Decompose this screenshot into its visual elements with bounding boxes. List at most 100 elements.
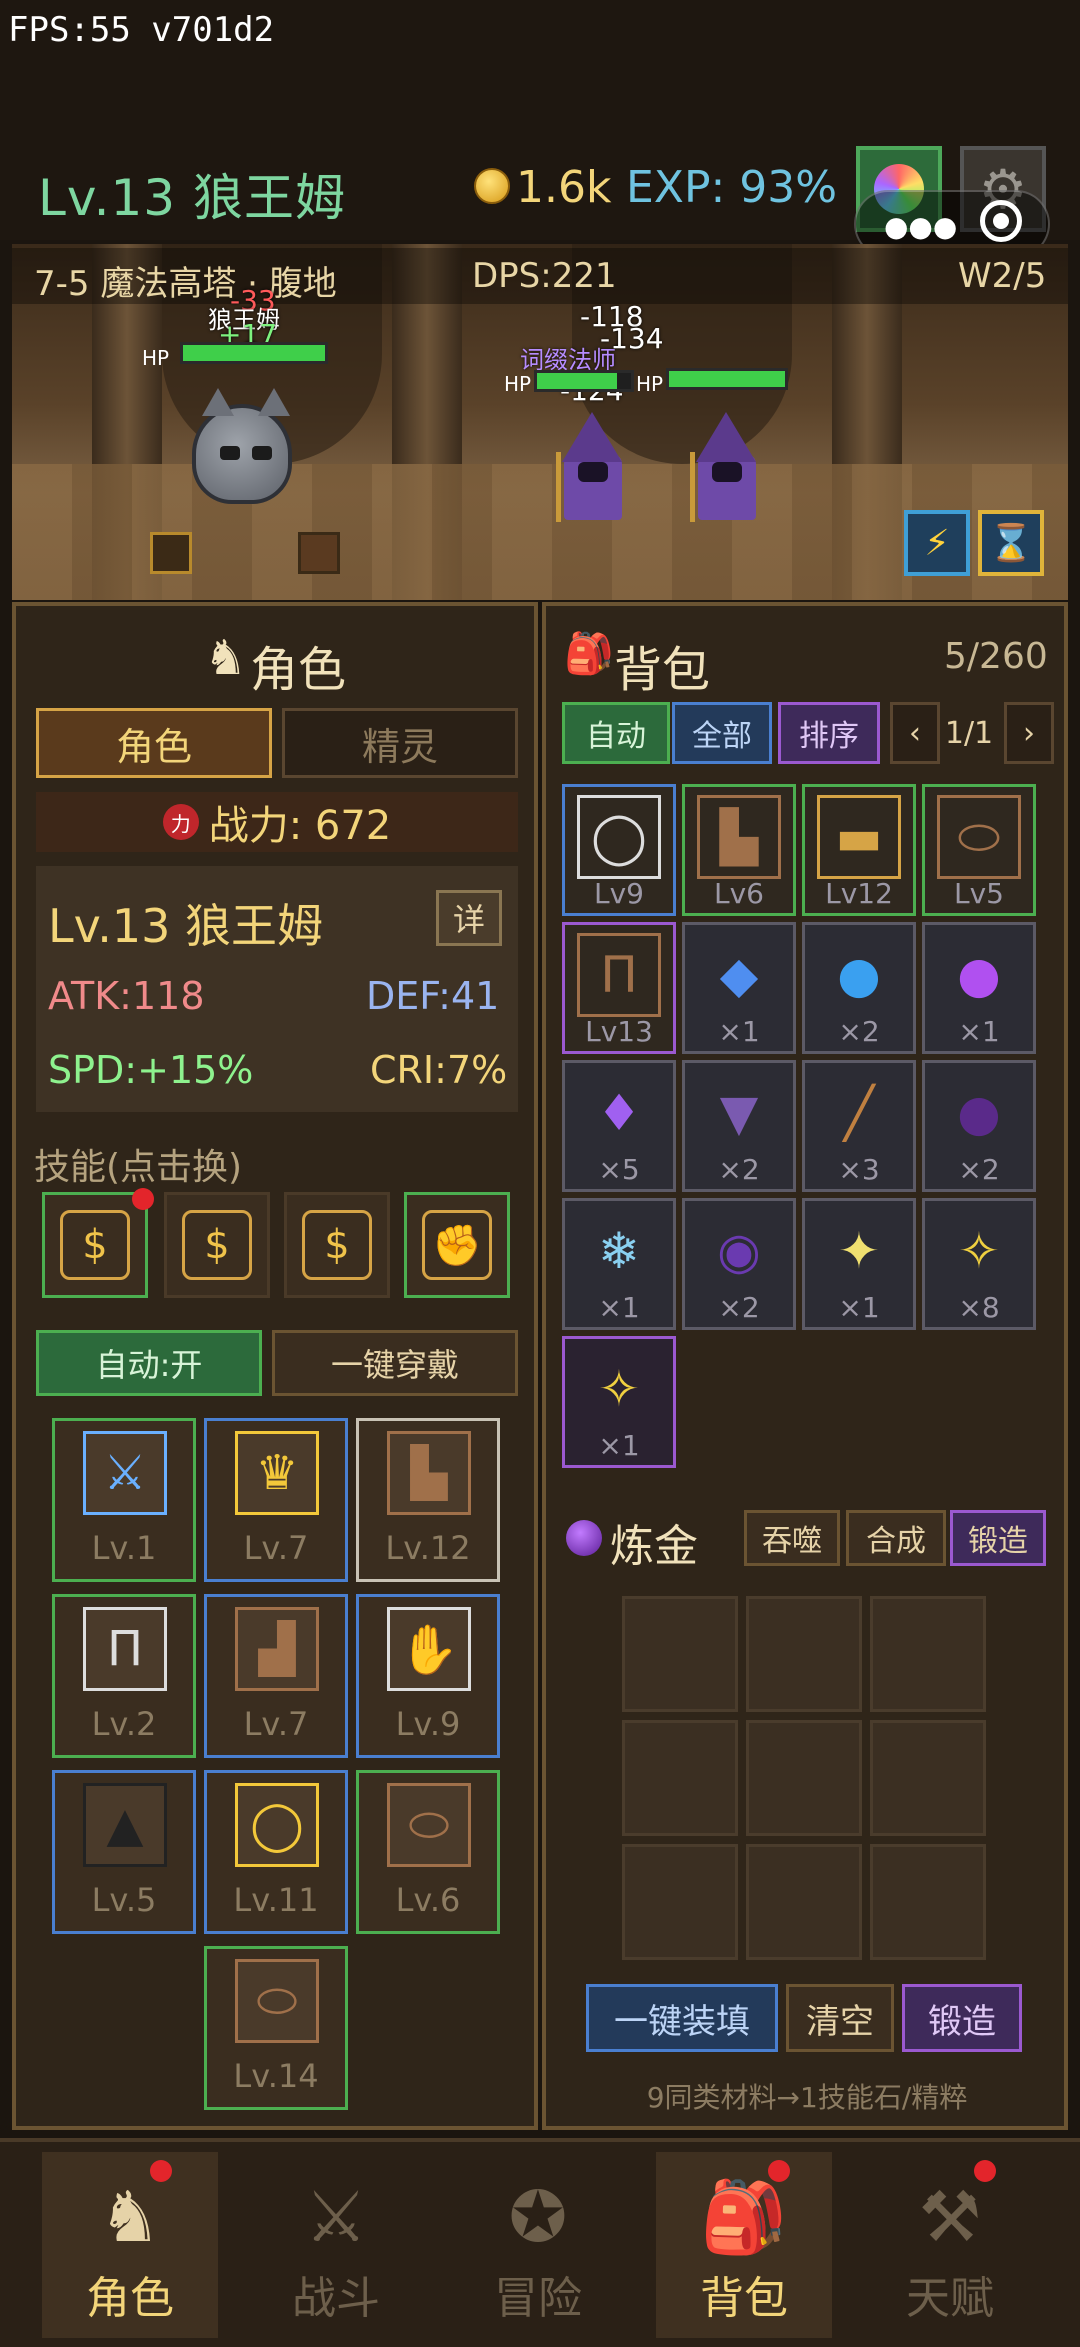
equipment-slot[interactable]: ⬭ Lv.14 — [204, 1946, 348, 2110]
chevron-right-icon: › — [1023, 715, 1035, 751]
stage-name: 7-5 魔法高塔 · 腹地 — [34, 264, 337, 304]
equipment-slot[interactable]: ▲ Lv.5 — [52, 1770, 196, 1934]
equipment-level: Lv.7 — [243, 1705, 309, 1743]
detail-button[interactable]: 详 — [436, 890, 502, 946]
alchemy-slot[interactable] — [870, 1720, 986, 1836]
bag-item[interactable]: Π Lv13 — [562, 922, 676, 1054]
equipment-slot[interactable]: ▙ Lv.12 — [356, 1418, 500, 1582]
speed-boost-button[interactable]: ⚡ — [904, 510, 970, 576]
bag-item[interactable]: ◉ ×2 — [682, 1198, 796, 1330]
nav-label: 角色 — [86, 2273, 174, 2324]
equipment-slot[interactable]: ⬭ Lv.6 — [356, 1770, 500, 1934]
bag-item[interactable]: ✦ ×1 — [802, 1198, 916, 1330]
lightning-icon: ⚡ — [924, 522, 950, 564]
next-page-button[interactable]: › — [1004, 702, 1054, 764]
bag-item[interactable]: ▼ ×2 — [682, 1060, 796, 1192]
devour-button[interactable]: 吞噬 — [744, 1510, 840, 1566]
hp-label: HP — [142, 346, 170, 370]
money-bag-icon: $ — [60, 1210, 130, 1280]
equipment-level: Lv.5 — [91, 1881, 157, 1919]
close-target-icon[interactable] — [980, 200, 1022, 242]
forge-mode-button[interactable]: 锻造 — [950, 1510, 1046, 1566]
money-bag-icon: $ — [302, 1210, 372, 1280]
bag-auto-button[interactable]: 自动 — [562, 702, 670, 764]
clear-button[interactable]: 清空 — [786, 1984, 894, 2052]
alchemy-slot[interactable] — [870, 1596, 986, 1712]
alchemy-hint: 9同类材料→1技能石/精粹 — [646, 2081, 968, 2114]
equipment-slot[interactable]: ⚔ Lv.1 — [52, 1418, 196, 1582]
bag-item[interactable]: ▙ Lv6 — [682, 784, 796, 916]
backpack-count: 5/260 — [944, 636, 1048, 677]
nav-character[interactable]: ♞ 角色 — [42, 2152, 218, 2338]
alchemy-slot[interactable] — [746, 1596, 862, 1712]
purple-orb-icon: ● — [957, 946, 1001, 1004]
bag-item[interactable]: ♦ ×5 — [562, 1060, 676, 1192]
bag-item[interactable]: ✧ ×8 — [922, 1198, 1036, 1330]
gloves-icon: ✋ — [387, 1607, 471, 1691]
bag-item[interactable]: ● ×1 — [922, 922, 1036, 1054]
item-count: ×2 — [958, 1153, 1000, 1186]
equip-all-button[interactable]: 一键穿戴 — [272, 1330, 518, 1396]
magic-wand-icon: ✧ — [958, 1222, 1000, 1280]
more-dots-icon[interactable]: ●●● — [884, 210, 957, 243]
bag-item[interactable]: ❄ ×1 — [562, 1198, 676, 1330]
equipment-level: Lv.2 — [91, 1705, 157, 1743]
bag-sort-button[interactable]: 排序 — [778, 702, 880, 764]
bag-item[interactable]: ╱ ×3 — [802, 1060, 916, 1192]
nav-adventure[interactable]: ✪ 冒险 — [450, 2152, 626, 2338]
equipment-slot[interactable]: ♛ Lv.7 — [204, 1418, 348, 1582]
skills-label: 技能(点击换) — [34, 1147, 243, 1188]
bag-item[interactable]: ◆ ×1 — [682, 922, 796, 1054]
gold-coin-icon — [474, 168, 510, 204]
equipment-slot[interactable]: Π Lv.2 — [52, 1594, 196, 1758]
hourglass-button[interactable]: ⌛ — [978, 510, 1044, 576]
alchemy-slot[interactable] — [746, 1844, 862, 1960]
item-count: ×1 — [958, 1015, 1000, 1048]
bag-item[interactable]: ▬ Lv12 — [802, 784, 916, 916]
tab-spirit[interactable]: 精灵 — [282, 708, 518, 778]
alchemy-slot[interactable] — [870, 1844, 986, 1960]
notification-dot — [768, 2160, 790, 2182]
character-title: 角色 — [250, 642, 347, 698]
gold-amount: 1.6k — [516, 162, 612, 213]
prev-page-button[interactable]: ‹ — [890, 702, 940, 764]
bag-all-button[interactable]: 全部 — [672, 702, 772, 764]
skill-slot[interactable]: $ — [284, 1192, 390, 1298]
synthesize-button[interactable]: 合成 — [846, 1510, 946, 1566]
armor-icon: ▙ — [697, 795, 781, 879]
notification-dot — [132, 1188, 154, 1210]
equipment-level: Lv.14 — [233, 2057, 319, 2095]
hp-label: HP — [504, 372, 532, 396]
auto-fill-button[interactable]: 一键装填 — [586, 1984, 778, 2052]
bag-item[interactable]: ⬭ Lv5 — [922, 784, 1036, 916]
vortex-icon: ◉ — [717, 1222, 761, 1280]
skill-slot[interactable]: $ — [42, 1192, 148, 1298]
nav-backpack[interactable]: 🎒 背包 — [656, 2152, 832, 2338]
forge-button[interactable]: 锻造 — [902, 1984, 1022, 2052]
backpack-title: 背包 — [614, 642, 711, 698]
crown-icon: ♛ — [235, 1431, 319, 1515]
bag-item[interactable]: ✧ ×1 — [562, 1336, 676, 1468]
anvil-icon: ⚒ — [918, 2176, 982, 2258]
auto-toggle-button[interactable]: 自动:开 — [36, 1330, 262, 1396]
nav-battle[interactable]: ⚔ 战斗 — [248, 2152, 424, 2338]
tab-character[interactable]: 角色 — [36, 708, 272, 778]
bag-item[interactable]: ● ×2 — [802, 922, 916, 1054]
alchemy-slot[interactable] — [746, 1720, 862, 1836]
equipment-slot[interactable]: ✋ Lv.9 — [356, 1594, 500, 1758]
nav-label: 背包 — [700, 2273, 788, 2324]
skill-slot[interactable]: ✊ — [404, 1192, 510, 1298]
nav-talent[interactable]: ⚒ 天赋 — [862, 2152, 1038, 2338]
skill-slot[interactable]: $ — [164, 1192, 270, 1298]
pants-icon: Π — [83, 1607, 167, 1691]
alchemy-slot[interactable] — [622, 1844, 738, 1960]
equipment-slot[interactable]: ◯ Lv.11 — [204, 1770, 348, 1934]
enemy-wizard-sprite[interactable] — [556, 412, 630, 522]
bag-item[interactable]: ● ×2 — [922, 1060, 1036, 1192]
ring-icon: ⬭ — [937, 795, 1021, 879]
equipment-slot[interactable]: ▟ Lv.7 — [204, 1594, 348, 1758]
bag-item[interactable]: ◯ Lv9 — [562, 784, 676, 916]
alchemy-slot[interactable] — [622, 1720, 738, 1836]
enemy-wizard-sprite[interactable] — [690, 412, 764, 522]
alchemy-slot[interactable] — [622, 1596, 738, 1712]
